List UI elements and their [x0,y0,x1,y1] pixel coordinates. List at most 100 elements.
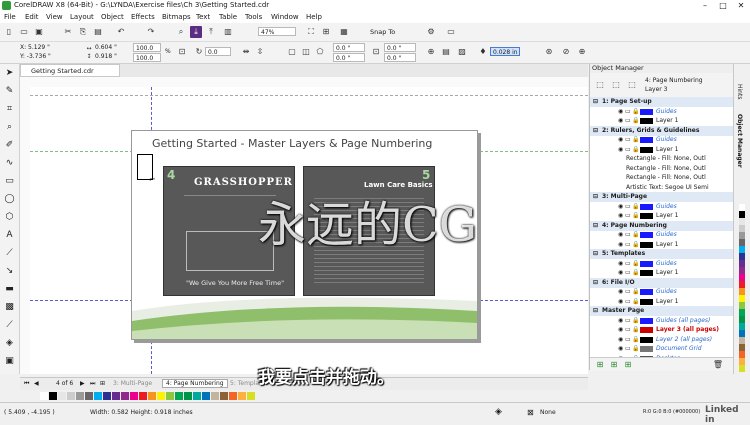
lock-icon[interactable]: 🔒 [632,270,639,276]
rectangle-corner-icon[interactable]: ▢ [286,46,298,58]
text-tool-icon[interactable]: A [4,230,15,241]
lock-icon[interactable]: 🔒 [632,146,639,153]
copy-icon[interactable]: ⎘ [77,26,89,38]
layer-color-swatch[interactable] [640,241,653,248]
eye-icon[interactable]: ◉ [618,289,623,295]
import-icon[interactable]: ⤓ [190,26,202,38]
lock-icon[interactable]: 🔒 [632,346,639,352]
document-palette-swatch[interactable] [121,392,129,400]
palette-swatch[interactable] [739,344,745,351]
show-rulers-icon[interactable]: ⊞ [320,26,332,38]
print-icon[interactable]: ▭ [625,260,631,267]
smart-fill-icon[interactable]: ▣ [4,356,15,367]
om-layer-row[interactable]: ◉ ▭ 🔒 Layer 1 [590,116,733,126]
layer-color-swatch[interactable] [640,336,653,343]
corner-radius-tr-field[interactable]: 0.0 " [384,43,416,52]
print-icon[interactable]: ▭ [625,137,631,143]
rectangle-tool-icon[interactable]: ▭ [4,176,15,187]
eyedropper-tool-icon[interactable]: ⟋ [4,320,15,331]
menu-bitmaps[interactable]: Bitmaps [162,13,191,21]
save-icon[interactable]: ▣ [33,26,45,38]
ellipse-tool-icon[interactable]: ◯ [4,194,15,205]
print-icon[interactable]: ▭ [625,298,631,305]
document-tab[interactable]: Getting Started.cdr [20,64,120,77]
palette-swatch[interactable] [739,246,745,253]
first-page-icon[interactable]: ⏮ [24,380,29,388]
pick-tool-icon[interactable]: ➤ [4,68,15,79]
palette-swatch[interactable] [739,323,745,330]
layer-color-swatch[interactable] [640,260,653,267]
new-layer-icon[interactable]: ⊞ [594,359,606,371]
document-palette-swatch[interactable] [49,392,57,400]
palette-swatch[interactable] [739,274,745,281]
collapse-icon[interactable]: ⊟ [593,279,598,286]
om-layer-row[interactable]: ◉ ▭ 🔒 Layer 3 (all pages) [590,325,733,335]
eye-icon[interactable]: ◉ [618,260,623,267]
palette-swatch[interactable] [739,302,745,309]
eye-icon[interactable]: ◉ [618,317,623,324]
collapse-icon[interactable]: ⊟ [593,222,598,229]
document-palette[interactable] [40,390,588,402]
outline-status[interactable]: R:0 G:0 B:0 (#000000) [643,409,700,415]
eye-icon[interactable]: ◉ [618,336,623,343]
eye-icon[interactable]: ◉ [618,270,623,276]
print-icon[interactable]: ▭ [625,241,631,248]
open-folder-icon[interactable]: ▭ [18,26,30,38]
print-icon[interactable]: ▭ [625,232,631,238]
publish-pdf-icon[interactable]: ▥ [222,26,234,38]
om-layer-row[interactable]: ◉ ▭ 🔒 Guides [590,202,733,212]
menu-help[interactable]: Help [306,13,322,21]
print-icon[interactable]: ▭ [625,336,631,343]
print-icon[interactable]: ▭ [625,270,631,276]
om-page-row[interactable]: ⊟ 1: Page Set-up [590,97,733,107]
new-master-layer-icon[interactable]: ⊞ [608,359,620,371]
om-layer-row[interactable]: ◉ ▭ 🔒 Guides [590,230,733,240]
layer-color-swatch[interactable] [640,137,653,143]
eye-icon[interactable]: ◉ [618,146,623,153]
artistic-media-icon[interactable]: ∿ [4,158,15,169]
lock-icon[interactable]: 🔒 [632,203,639,210]
rotation-angle-field[interactable]: 0.0 [205,47,231,56]
full-screen-icon[interactable]: ⛶ [305,26,317,38]
scale-width-field[interactable]: 100.0 [133,43,161,52]
collapse-icon[interactable]: ⊟ [593,251,598,257]
lock-icon[interactable]: 🔒 [632,108,639,115]
undo-icon[interactable]: ↶ [115,26,127,38]
document-palette-swatch[interactable] [103,392,111,400]
combine-icon[interactable]: ⊘ [560,46,572,58]
document-palette-swatch[interactable] [211,392,219,400]
om-layer-row[interactable]: ◉ ▭ 🔒 Layer 1 [590,297,733,307]
crop-tool-icon[interactable]: ⌗ [4,104,15,115]
polygon-tool-icon[interactable]: ⬡ [4,212,15,223]
print-icon[interactable]: ▭ [625,289,631,295]
document-palette-swatch[interactable] [157,392,165,400]
delete-icon[interactable]: 🗑 [712,359,724,371]
om-layer-row[interactable]: ◉ ▭ 🔒 Layer 1 [590,240,733,250]
zoom-level-field[interactable]: 47% [258,27,296,36]
outline-width-field[interactable]: 0.028 in [490,47,520,56]
layer-color-swatch[interactable] [640,346,653,352]
page-tab-3[interactable]: 3: Multi-Page [113,380,152,387]
corner-radius-bl-field[interactable]: 0.0 " [333,53,365,62]
corner-radius-tl-field[interactable]: 0.0 " [333,43,365,52]
layer-color-swatch[interactable] [640,289,653,295]
lock-icon[interactable]: 🔒 [632,118,639,124]
lock-corners-icon[interactable]: ⊡ [370,46,382,58]
minimize-button[interactable]: – [696,0,714,11]
edit-across-layers-icon[interactable]: ⬚ [610,79,622,91]
menu-file[interactable]: File [4,13,16,21]
convert-to-curves-icon[interactable]: ⊛ [543,46,555,58]
print-icon[interactable]: ▭ [625,317,631,324]
menu-text[interactable]: Text [196,13,210,21]
om-layer-row[interactable]: ◉ ▭ 🔒 Guides [590,287,733,297]
lock-icon[interactable]: 🔒 [632,317,639,324]
print-icon[interactable]: ▭ [625,108,631,115]
eye-icon[interactable]: ◉ [618,232,623,238]
show-object-properties-icon[interactable]: ⬚ [594,79,606,91]
palette-swatch[interactable] [739,288,745,295]
add-page-icon[interactable]: ⊞ [100,380,105,387]
scalloped-corner-icon[interactable]: ◫ [300,46,312,58]
print-icon[interactable]: ▭ [625,146,631,153]
show-grid-icon[interactable]: ▦ [338,26,350,38]
layer-color-swatch[interactable] [640,108,653,115]
